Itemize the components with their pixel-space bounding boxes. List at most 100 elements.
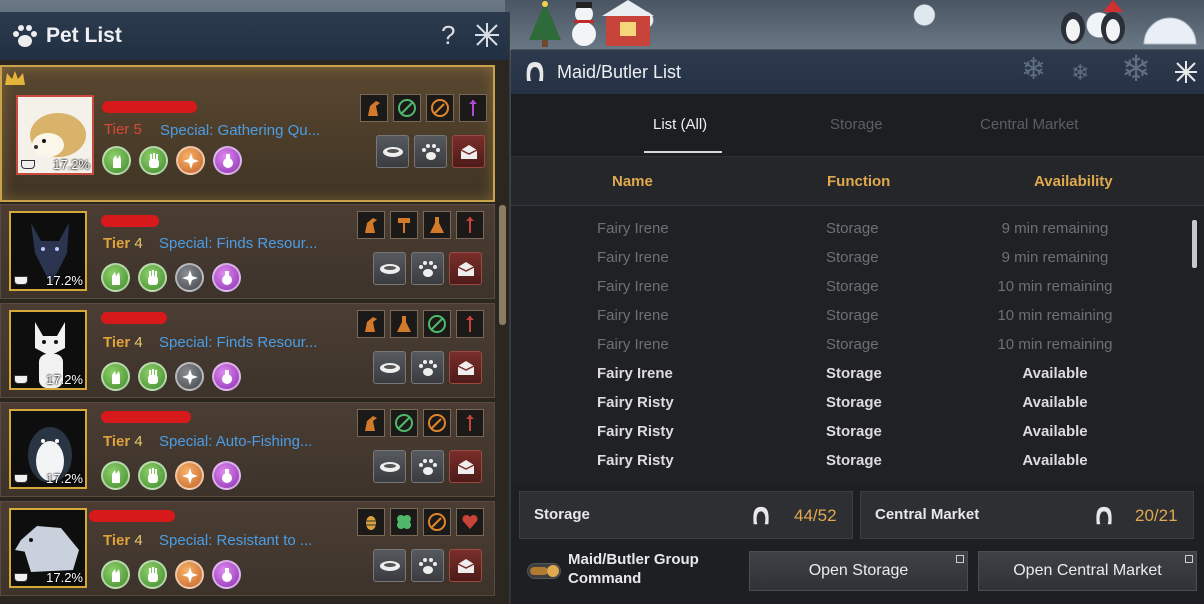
hand-icon[interactable]: [138, 362, 167, 391]
cat-icon[interactable]: [101, 560, 130, 589]
hand-icon[interactable]: [138, 560, 167, 589]
horse-icon: [360, 94, 388, 122]
feed-bowl-icon[interactable]: [373, 450, 406, 483]
crown-icon: [5, 71, 25, 85]
open-central-market-button[interactable]: Open Central Market: [978, 551, 1197, 591]
cat-icon[interactable]: [101, 362, 130, 391]
redacted-name: [101, 215, 159, 227]
table-row[interactable]: Fairy Irene Storage 10 min remaining: [511, 332, 1191, 361]
pet-portrait[interactable]: 17.2%: [9, 409, 87, 489]
paw-button-icon[interactable]: [411, 450, 444, 483]
group-command-toggle[interactable]: [527, 563, 561, 579]
pet-tier: Tier 4: [103, 433, 143, 450]
hand-icon[interactable]: [138, 461, 167, 490]
maid-name-cell: Fairy Irene: [597, 278, 669, 295]
pet-portrait[interactable]: 17.2%: [9, 211, 87, 291]
column-availability[interactable]: Availability: [1034, 173, 1113, 190]
close-icon[interactable]: [474, 22, 500, 48]
column-name[interactable]: Name: [612, 173, 653, 190]
table-row[interactable]: Fairy Irene Storage Available: [511, 361, 1191, 390]
table-row[interactable]: Fairy Irene Storage 9 min remaining: [511, 216, 1191, 245]
maid-function-cell: Storage: [826, 278, 879, 295]
feed-bowl-icon[interactable]: [373, 252, 406, 285]
potion-icon[interactable]: [212, 263, 241, 292]
table-row[interactable]: Fairy Irene Storage 9 min remaining: [511, 245, 1191, 274]
compass-icon[interactable]: [175, 461, 204, 490]
maid-availability-cell: Available: [1022, 394, 1088, 411]
pet-portrait[interactable]: 17.2%: [9, 508, 87, 588]
cat-icon[interactable]: [101, 461, 130, 490]
maid-name-cell: Fairy Irene: [597, 365, 673, 382]
maid-name-cell: Fairy Risty: [597, 452, 674, 469]
tab-list-all[interactable]: List (All): [653, 116, 707, 133]
paw-button-icon[interactable]: [411, 549, 444, 582]
pickaxe-icon: [390, 409, 418, 437]
table-row[interactable]: Fairy Risty Storage Available: [511, 390, 1191, 419]
potion-icon[interactable]: [212, 560, 241, 589]
seal-box-icon[interactable]: [449, 549, 482, 582]
horse-icon: [357, 211, 385, 239]
pet-card[interactable]: 17.2% Tier 4 Special: Auto-Fishing...: [0, 402, 495, 497]
pet-list-scrollbar[interactable]: [499, 205, 506, 325]
potion-icon[interactable]: [212, 461, 241, 490]
pet-list-title: Pet List: [46, 24, 122, 47]
table-row[interactable]: Fairy Risty Storage Available: [511, 448, 1191, 477]
seal-box-icon[interactable]: [452, 135, 485, 168]
maid-availability-cell: Available: [1022, 365, 1088, 382]
maid-name-cell: Fairy Irene: [597, 307, 669, 324]
feed-percent: 17.2%: [46, 570, 83, 585]
pet-skill-icons: [101, 560, 241, 589]
pet-card[interactable]: 17.2% Tier 4 Special: Finds Resour...: [0, 204, 495, 299]
compass-icon[interactable]: [175, 362, 204, 391]
tab-storage[interactable]: Storage: [830, 116, 883, 133]
feed-percent: 17.2%: [46, 372, 83, 387]
market-count-box: Central Market 20/21: [860, 491, 1194, 539]
column-function[interactable]: Function: [827, 173, 890, 190]
maid-name-cell: Fairy Risty: [597, 423, 674, 440]
pet-gathering-icons: [357, 508, 484, 536]
redacted-name: [101, 312, 167, 324]
table-row[interactable]: Fairy Risty Storage Available: [511, 419, 1191, 448]
maid-availability-cell: 10 min remaining: [997, 307, 1113, 324]
pet-action-buttons: [376, 135, 485, 168]
feed-bowl-icon[interactable]: [373, 351, 406, 384]
maid-availability-cell: 9 min remaining: [1001, 249, 1109, 266]
market-label: Central Market: [875, 506, 980, 523]
pet-skill-icons: [101, 362, 241, 391]
cat-icon[interactable]: [101, 263, 130, 292]
tab-central-market[interactable]: Central Market: [980, 116, 1078, 133]
paw-button-icon[interactable]: [414, 135, 447, 168]
pet-skill-icons: [102, 146, 242, 175]
pet-portrait[interactable]: 17.2%: [9, 310, 87, 390]
wand-icon: [456, 409, 484, 437]
feed-bowl-icon[interactable]: [376, 135, 409, 168]
heart-icon: [456, 508, 484, 536]
maid-function-cell: Storage: [826, 423, 882, 440]
pet-card[interactable]: 17.2% Tier 4 Special: Finds Resour...: [0, 303, 495, 398]
compass-icon[interactable]: [176, 146, 205, 175]
feed-bowl-icon[interactable]: [373, 549, 406, 582]
close-icon[interactable]: [1174, 60, 1198, 84]
help-button[interactable]: ?: [441, 20, 455, 51]
maid-function-cell: Storage: [826, 365, 882, 382]
seal-box-icon[interactable]: [449, 450, 482, 483]
pet-portrait[interactable]: 17.2%: [16, 95, 94, 175]
open-storage-button[interactable]: Open Storage: [749, 551, 968, 591]
paw-button-icon[interactable]: [411, 351, 444, 384]
pet-card[interactable]: 17.2% Tier 4 Special: Resistant to ...: [0, 501, 495, 596]
house-icon: [602, 0, 654, 46]
table-row[interactable]: Fairy Irene Storage 10 min remaining: [511, 274, 1191, 303]
seal-box-icon[interactable]: [449, 351, 482, 384]
compass-icon[interactable]: [175, 263, 204, 292]
potion-icon[interactable]: [212, 362, 241, 391]
potion-icon[interactable]: [213, 146, 242, 175]
maid-list-scrollbar[interactable]: [1192, 220, 1197, 268]
hand-icon[interactable]: [138, 263, 167, 292]
cat-icon[interactable]: [102, 146, 131, 175]
table-row[interactable]: Fairy Irene Storage 10 min remaining: [511, 303, 1191, 332]
paw-button-icon[interactable]: [411, 252, 444, 285]
seal-box-icon[interactable]: [449, 252, 482, 285]
compass-icon[interactable]: [175, 560, 204, 589]
hand-icon[interactable]: [139, 146, 168, 175]
pet-card[interactable]: 17.2% Tier 5 Special: Gathering Qu...: [0, 65, 495, 202]
